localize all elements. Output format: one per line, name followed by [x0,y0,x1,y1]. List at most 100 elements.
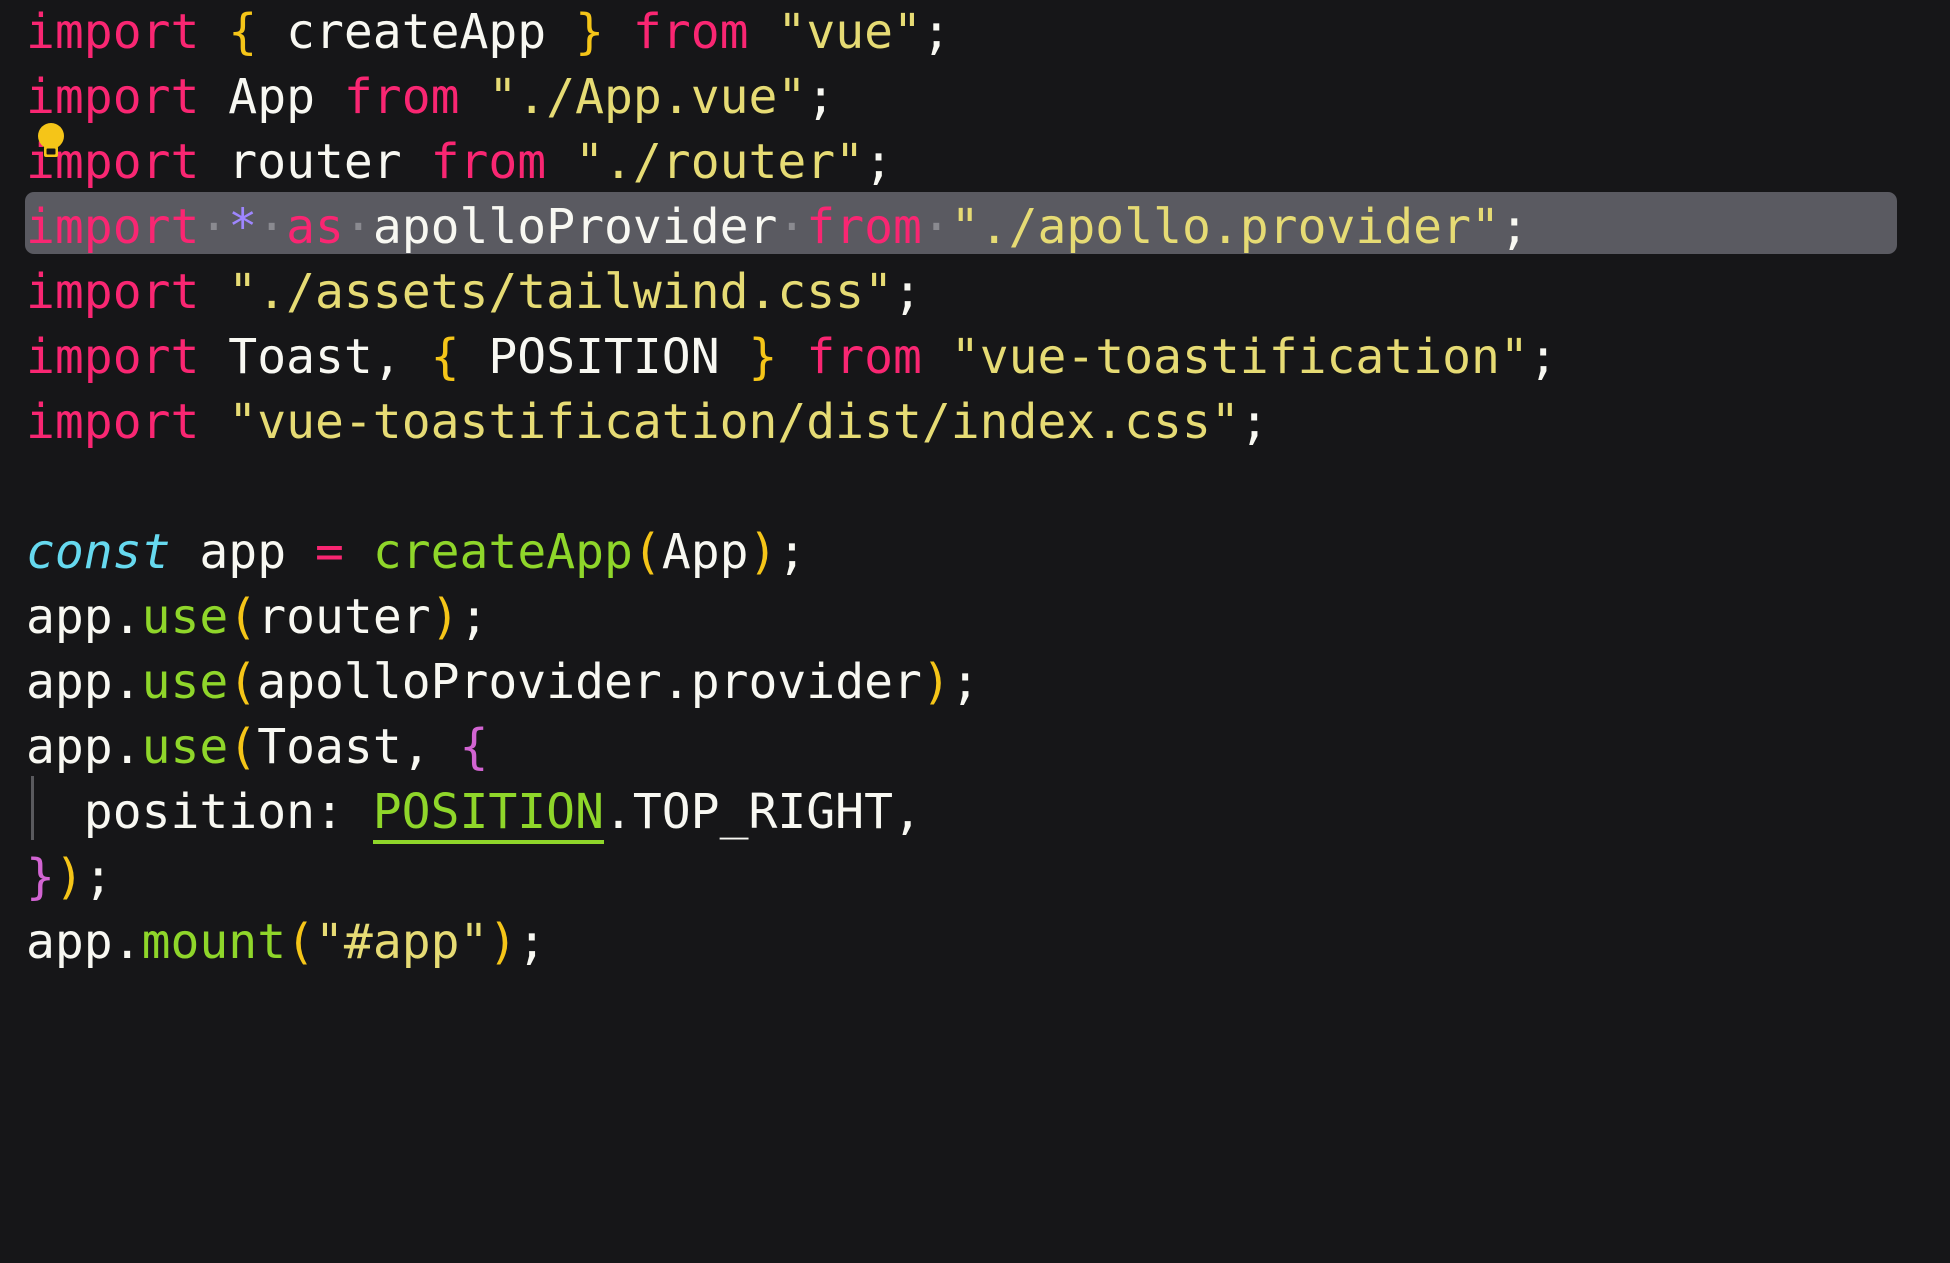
code-token: * [228,199,258,255]
code-token: POSITION [372,784,604,844]
code-token: } [26,849,55,905]
code-line[interactable]: import router from "./router"; [0,130,1950,195]
code-token: ( [286,914,316,970]
code-token: { [228,4,258,60]
code-token: app [26,914,113,970]
code-content-area[interactable]: import { createApp } from "vue"; import A… [0,0,1950,1263]
code-token: ( [228,654,258,710]
code-token: provider [690,654,922,710]
code-token: · [343,199,373,255]
code-token: ( [228,589,258,645]
code-token: "vue" [777,4,922,60]
code-token: "#app" [315,914,489,970]
code-token: const [26,524,171,580]
code-token: app [199,524,287,580]
code-token: "./apollo.provider" [950,199,1500,255]
code-token: POSITION [488,329,720,385]
code-token: . [112,914,142,970]
code-token: position [83,784,315,840]
code-token: from [806,199,922,255]
code-token: ; [864,134,893,190]
code-token: import [26,4,200,60]
code-token: use [141,589,229,645]
code-token: · [921,199,951,255]
code-token: ; [1499,199,1529,255]
code-token: as [286,199,344,255]
code-token: Toast [257,719,402,775]
code-token: use [141,654,229,710]
code-token: ; [777,524,807,580]
code-token: ) [430,589,460,645]
code-editor[interactable]: import { createApp } from "vue"; import A… [0,0,1950,1263]
code-token: , [372,329,431,385]
code-line[interactable]: app.use(router); [0,585,1950,650]
code-token: App [661,524,749,580]
code-token: ; [517,914,547,970]
code-line[interactable]: import·*·as·apolloProvider·from·"./apoll… [0,195,1950,260]
code-token: Toast [228,329,373,385]
code-line[interactable]: import App from "./App.vue"; [0,65,1950,130]
code-token: } [575,4,605,60]
code-token: import [26,394,200,450]
lightbulb-icon[interactable] [36,122,66,160]
code-token: router [257,589,431,645]
code-line[interactable]: import { createApp } from "vue"; [0,0,1950,65]
code-token: apolloProvider [372,199,778,255]
code-token: import [26,329,200,385]
code-token: ( [228,719,258,775]
code-token: ; [83,849,113,905]
code-line[interactable]: position: POSITION.TOP_RIGHT, [0,780,1950,845]
code-token: import [26,69,200,125]
code-token: createApp [372,524,633,580]
code-token: { [459,719,489,775]
code-token: TOP_RIGHT [632,784,893,840]
code-line[interactable]: app.mount("#app"); [0,910,1950,975]
code-token: "vue-toastification/dist/index.css" [228,394,1240,450]
code-token: apolloProvider [257,654,662,710]
code-line[interactable]: }); [0,845,1950,910]
code-token: "./App.vue" [488,69,807,125]
code-token: { [430,329,460,385]
code-line[interactable]: import "./assets/tailwind.css"; [0,260,1950,325]
code-line[interactable] [0,455,1950,520]
code-line[interactable]: app.use(apolloProvider.provider); [0,650,1950,715]
code-token: . [112,719,142,775]
code-line[interactable]: const app = createApp(App); [0,520,1950,585]
code-token: = [315,524,344,580]
code-token: app [26,719,113,775]
code-token: app [26,654,113,710]
code-token: import [26,264,200,320]
code-token: router [228,134,402,190]
code-token: from [632,4,749,60]
code-token: · [199,199,229,255]
code-token: · [257,199,287,255]
code-token: ; [1528,329,1558,385]
code-line[interactable]: import Toast, { POSITION } from "vue-toa… [0,325,1950,390]
code-token: use [141,719,229,775]
code-line[interactable]: import "vue-toastification/dist/index.cs… [0,390,1950,455]
code-token: from [430,134,547,190]
code-token: . [661,654,691,710]
code-token: . [112,589,142,645]
code-token: ; [459,589,489,645]
code-token: · [777,199,807,255]
code-line[interactable]: app.use(Toast, { [0,715,1950,780]
code-token: ; [1239,394,1269,450]
code-token: ) [488,914,518,970]
code-token: "./router" [575,134,865,190]
code-lines[interactable]: import { createApp } from "vue"; import A… [0,0,1950,975]
